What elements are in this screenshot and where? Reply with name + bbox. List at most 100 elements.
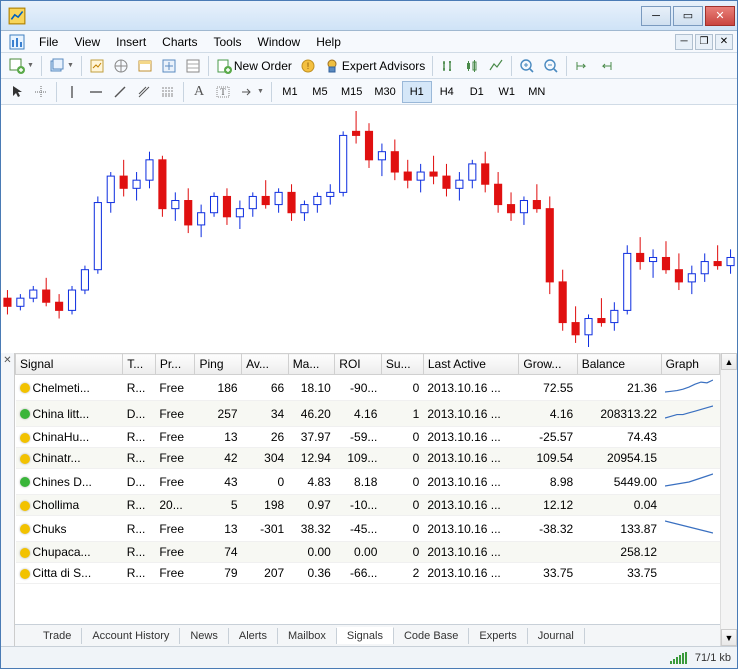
market-watch-button[interactable]: [85, 55, 109, 77]
menu-file[interactable]: File: [31, 33, 66, 51]
menu-help[interactable]: Help: [308, 33, 349, 51]
timeframe-w1[interactable]: W1: [492, 81, 522, 103]
tab-account-history[interactable]: Account History: [82, 628, 180, 644]
arrows-button[interactable]: ▼: [235, 81, 268, 103]
table-row[interactable]: Citta di S...R...Free792070.36-66...2201…: [16, 563, 720, 584]
timeframe-m1[interactable]: M1: [275, 81, 305, 103]
svg-text:!: !: [307, 61, 310, 71]
strategy-tester-button[interactable]: [157, 55, 181, 77]
terminal-close-button[interactable]: ✕: [1, 353, 15, 646]
tab-journal[interactable]: Journal: [528, 628, 585, 644]
toolbar-objects: A T ▼ M1M5M15M30H1H4D1W1MN: [1, 79, 737, 105]
table-row[interactable]: China litt...D...Free2573446.204.1612013…: [16, 401, 720, 427]
horizontal-line-button[interactable]: [84, 81, 108, 103]
tab-news[interactable]: News: [180, 628, 229, 644]
expert-advisors-label: Expert Advisors: [342, 59, 425, 73]
crosshair-button[interactable]: [29, 81, 53, 103]
table-row[interactable]: Chines D...D...Free4304.838.1802013.10.1…: [16, 469, 720, 495]
table-row[interactable]: Chupaca...R...Free740.000.0002013.10.16 …: [16, 542, 720, 563]
new-chart-button[interactable]: ▼: [5, 55, 38, 77]
chart-panel[interactable]: [1, 105, 737, 353]
text-label-button[interactable]: T: [211, 81, 235, 103]
chart-shift-button[interactable]: [594, 55, 618, 77]
col-header[interactable]: T...: [123, 354, 156, 375]
col-header[interactable]: Signal: [16, 354, 123, 375]
col-header[interactable]: ROI: [335, 354, 382, 375]
signals-grid[interactable]: SignalT...Pr...PingAv...Ma...ROISu...Las…: [15, 353, 720, 624]
close-button[interactable]: ✕: [705, 6, 735, 26]
table-row[interactable]: Chinatr...R...Free4230412.94109...02013.…: [16, 448, 720, 469]
child-minimize[interactable]: ─: [675, 34, 693, 50]
main-window: ─ ▭ ✕ FileViewInsertChartsToolsWindowHel…: [0, 0, 738, 669]
minimize-button[interactable]: ─: [641, 6, 671, 26]
chart-window-icon: [9, 34, 25, 50]
child-restore[interactable]: ❐: [695, 34, 713, 50]
tab-trade[interactable]: Trade: [33, 628, 82, 644]
terminal-side-label: Terminal: [0, 563, 3, 601]
connection-bars-icon: [670, 652, 687, 664]
menubar: FileViewInsertChartsToolsWindowHelp ─ ❐ …: [1, 31, 737, 53]
child-close[interactable]: ✕: [715, 34, 733, 50]
new-order-button[interactable]: New Order: [212, 55, 296, 77]
tab-alerts[interactable]: Alerts: [229, 628, 278, 644]
menu-insert[interactable]: Insert: [108, 33, 154, 51]
autoscroll-button[interactable]: [570, 55, 594, 77]
text-button[interactable]: A: [187, 81, 211, 103]
zoom-out-button[interactable]: [539, 55, 563, 77]
col-header[interactable]: Ma...: [288, 354, 335, 375]
col-header[interactable]: Balance: [577, 354, 661, 375]
child-window-buttons: ─ ❐ ✕: [675, 34, 733, 50]
expert-advisors-button[interactable]: Expert Advisors: [320, 55, 429, 77]
cursor-button[interactable]: [5, 81, 29, 103]
scroll-up-button[interactable]: ▲: [721, 353, 737, 370]
col-header[interactable]: Su...: [381, 354, 423, 375]
col-header[interactable]: Ping: [195, 354, 242, 375]
table-row[interactable]: ChuksR...Free13-30138.32-45...02013.10.1…: [16, 516, 720, 542]
tab-code-base[interactable]: Code Base: [394, 628, 469, 644]
candlestick-button[interactable]: [460, 55, 484, 77]
table-row[interactable]: ChollimaR...20...51980.97-10...02013.10.…: [16, 495, 720, 516]
timeframe-mn[interactable]: MN: [522, 81, 552, 103]
expert-advisors-icon: [324, 58, 340, 74]
trendline-button[interactable]: [108, 81, 132, 103]
timeframe-m5[interactable]: M5: [305, 81, 335, 103]
col-header[interactable]: Pr...: [155, 354, 195, 375]
col-header[interactable]: Last Active: [423, 354, 519, 375]
timeframe-h1[interactable]: H1: [402, 81, 432, 103]
tab-mailbox[interactable]: Mailbox: [278, 628, 337, 644]
col-header[interactable]: Grow...: [519, 354, 577, 375]
tab-signals[interactable]: Signals: [337, 627, 394, 644]
new-order-label: New Order: [234, 59, 292, 73]
timeframe-m15[interactable]: M15: [335, 81, 368, 103]
navigator-button[interactable]: [109, 55, 133, 77]
menu-charts[interactable]: Charts: [154, 33, 205, 51]
table-row[interactable]: ChinaHu...R...Free132637.97-59...02013.1…: [16, 427, 720, 448]
titlebar: ─ ▭ ✕: [1, 1, 737, 31]
scroll-down-button[interactable]: ▼: [721, 629, 737, 646]
tab-experts[interactable]: Experts: [469, 628, 527, 644]
terminal-tabs: TradeAccount HistoryNewsAlertsMailboxSig…: [15, 624, 720, 646]
meta-quotes-button[interactable]: !: [296, 55, 320, 77]
toolbar-main: ▼ ▼ New Order ! Expert Advisors: [1, 53, 737, 79]
col-header[interactable]: Av...: [242, 354, 289, 375]
timeframe-h4[interactable]: H4: [432, 81, 462, 103]
terminal-button[interactable]: [133, 55, 157, 77]
menu-window[interactable]: Window: [250, 33, 309, 51]
timeframe-m30[interactable]: M30: [368, 81, 401, 103]
svg-text:T: T: [220, 87, 226, 97]
timeframe-d1[interactable]: D1: [462, 81, 492, 103]
maximize-button[interactable]: ▭: [673, 6, 703, 26]
bar-chart-button[interactable]: [436, 55, 460, 77]
menu-view[interactable]: View: [66, 33, 108, 51]
grid-scrollbar[interactable]: ▲ ▼: [720, 353, 737, 646]
equidistant-button[interactable]: [132, 81, 156, 103]
col-header[interactable]: Graph: [661, 354, 719, 375]
zoom-in-button[interactable]: [515, 55, 539, 77]
menu-tools[interactable]: Tools: [206, 33, 250, 51]
data-window-button[interactable]: [181, 55, 205, 77]
line-chart-button[interactable]: [484, 55, 508, 77]
fibonacci-button[interactable]: [156, 81, 180, 103]
table-row[interactable]: Chelmeti...R...Free1866618.10-90...02013…: [16, 375, 720, 401]
profiles-button[interactable]: ▼: [45, 55, 78, 77]
vertical-line-button[interactable]: [60, 81, 84, 103]
